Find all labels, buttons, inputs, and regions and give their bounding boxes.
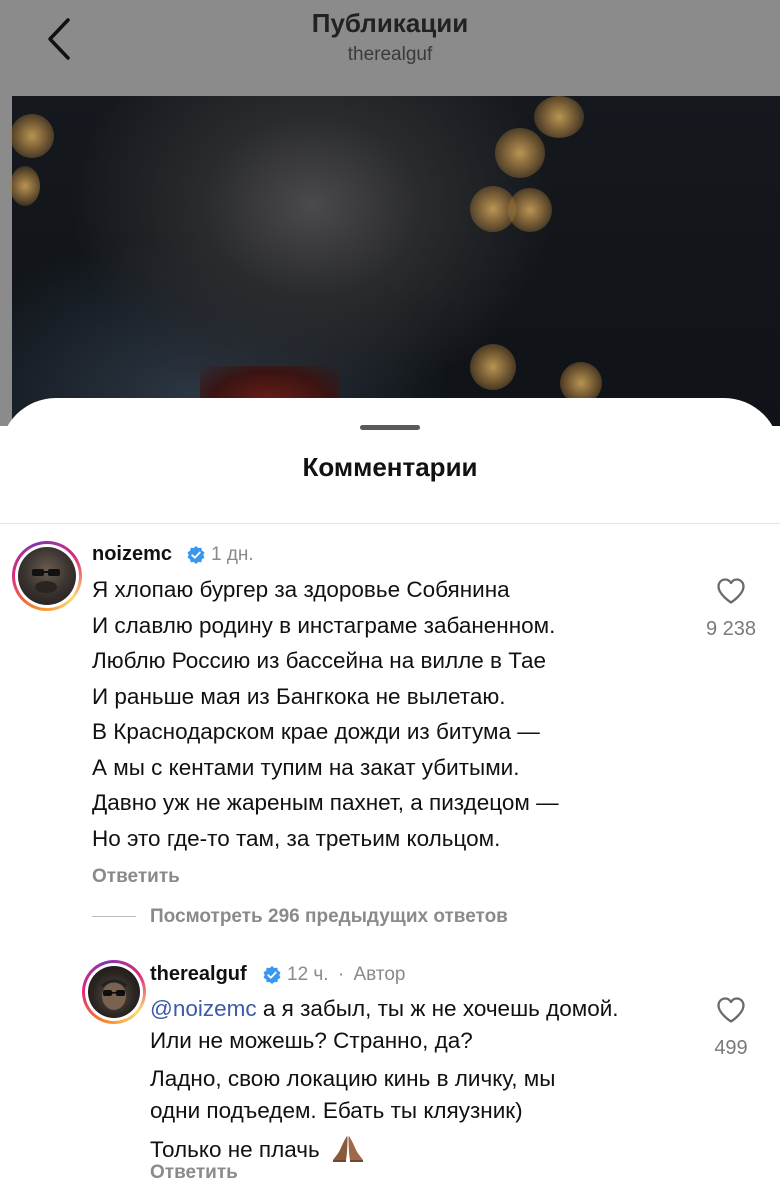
reply-line-text: а я забыл, ты ж не хочешь домой. [256, 996, 619, 1021]
reply-username[interactable]: therealguf [150, 963, 247, 986]
avatar-image [88, 966, 140, 1018]
comment-line: В Краснодарском крае дожди из битума — [92, 719, 540, 744]
comment-line: И славлю родину в инстаграме забаненном. [92, 612, 556, 638]
reply-button[interactable]: Ответить [150, 1162, 238, 1184]
reply-button[interactable]: Ответить [92, 866, 180, 888]
verified-badge-icon [187, 546, 205, 564]
divider [0, 523, 780, 524]
reply-time-value: 12 ч. [287, 964, 329, 985]
bokeh-light [10, 166, 40, 206]
heart-outline-icon[interactable] [716, 577, 746, 605]
bokeh-light [495, 128, 545, 178]
comment-line: Я хлопаю бургер за здоровье Собянина [92, 577, 510, 602]
reply-line: одни подъедем. Ебать ты кляузник) [150, 1098, 523, 1123]
like-count: 9 238 [705, 618, 757, 640]
photo-background [12, 96, 780, 426]
comment-text: Я хлопаю бургер за здоровье Собянина И с… [92, 572, 559, 856]
mention-link[interactable]: @noizemc [150, 996, 257, 1021]
comment-line: И раньше мая из Бангкока не вылетаю. [92, 683, 506, 709]
meta-separator: · [337, 964, 345, 985]
avatar-therealguf[interactable] [82, 960, 146, 1024]
comment-line: Но это где-то там, за третьим кольцом. [92, 825, 501, 851]
view-previous-replies-button[interactable]: Посмотреть 296 предыдущих ответов [150, 906, 508, 928]
sheet-title: Комментарии [302, 452, 478, 482]
comment-time: 1 дн. [211, 544, 254, 565]
reply-line: Или не можешь? Странно, да? [150, 1028, 473, 1053]
replies-divider [92, 916, 136, 917]
verified-badge-icon [263, 966, 281, 984]
avatar-image [18, 547, 76, 605]
face-illustration [101, 979, 127, 1010]
bokeh-light [470, 344, 516, 390]
photo-edge [0, 96, 12, 426]
folded-hands-emoji [332, 1136, 363, 1162]
bokeh-light [508, 188, 552, 232]
reply-time: 12 ч. · Автор [287, 964, 405, 986]
comment-line: А мы с кентами тупим на закат убитыми. [92, 754, 520, 780]
heart-outline-icon[interactable] [716, 996, 746, 1024]
bokeh-light [10, 114, 54, 158]
avatar-noizemc[interactable] [12, 541, 82, 611]
post-photo [0, 96, 780, 426]
page-title: Публикации [311, 8, 469, 38]
reply-text: @noizemc а я забыл, ты ж не хочешь домой… [150, 993, 619, 1166]
face-illustration [32, 569, 60, 593]
bokeh-light [534, 96, 584, 138]
header: Публикации therealguf [0, 0, 780, 96]
reply-line-text: Только не плачь [150, 1137, 320, 1162]
like-count: 499 [714, 1037, 748, 1059]
reply-line: Ладно, свою локацию кинь в личку, мы [150, 1066, 556, 1091]
comment-username[interactable]: noizemc [92, 543, 172, 566]
reply-line: @noizemc а я забыл, ты ж не хочешь домой… [150, 993, 619, 1025]
author-badge: Автор [353, 964, 406, 985]
page-subtitle[interactable]: therealguf [0, 44, 780, 66]
sheet-grabber[interactable] [360, 425, 420, 430]
comment-line: Люблю Россию из бассейна на вилле в Тае [92, 648, 546, 673]
comment-line: Давно уж не жареным пахнет, а пиздецом — [92, 790, 559, 815]
